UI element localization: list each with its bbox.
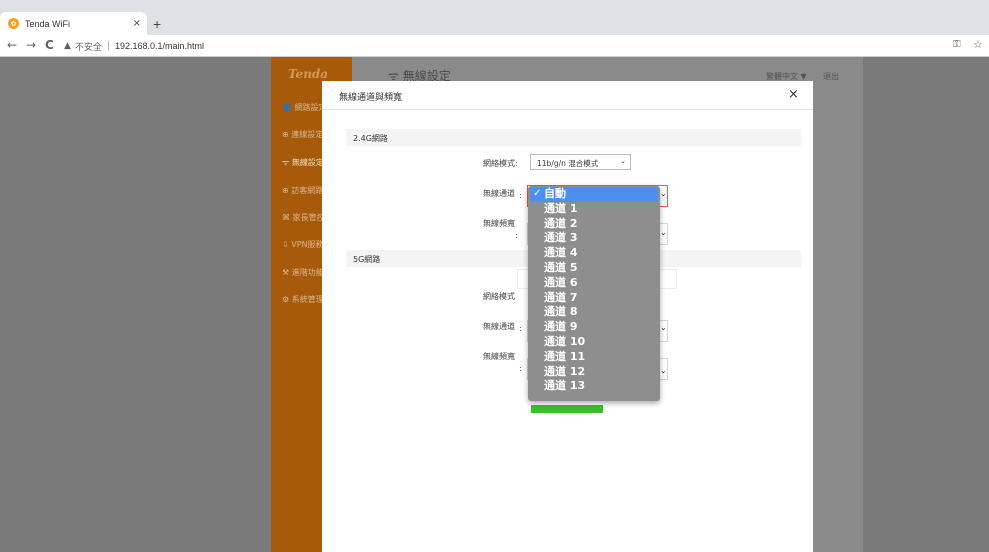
bandwidth-colon-5g: : — [519, 364, 522, 373]
browser-tabstrip: ✿ Tenda WiFi × + — [0, 0, 989, 35]
chevron-down-icon: ⌄ — [620, 157, 626, 165]
mode-label-5g: 網絡模式 — [483, 292, 515, 301]
chevron-down-icon: ⌄ — [660, 323, 667, 332]
channel-option[interactable]: 通道 3 — [528, 231, 660, 246]
network-mode-value: 11b/g/n 混合模式 — [537, 159, 599, 168]
channel-option[interactable]: 通道 9 — [528, 320, 660, 335]
reload-icon[interactable]: C — [45, 38, 54, 52]
channel-option[interactable]: 通道 11 — [528, 350, 660, 365]
channel-option[interactable]: 通道 7 — [528, 291, 660, 306]
channel-option[interactable]: 通道 6 — [528, 276, 660, 291]
mode-label: 網絡模式: — [483, 159, 518, 168]
tab-close-icon[interactable]: × — [133, 18, 141, 29]
channel-option[interactable]: 通道 4 — [528, 246, 660, 261]
channel-colon: : — [519, 191, 522, 200]
key-icon[interactable]: ⚿ — [953, 39, 961, 50]
bandwidth-label-5g: 無線頻寬 — [483, 352, 515, 361]
close-icon[interactable]: × — [788, 87, 799, 102]
channel-label-5g: 無線通道 — [483, 322, 515, 331]
checkmark-icon: ✓ — [533, 188, 542, 199]
modal-header: 無線通道與頻寬 × — [322, 81, 813, 110]
insecure-label[interactable]: 不安全 — [75, 40, 102, 53]
channel-option[interactable]: 通道 5 — [528, 261, 660, 276]
channel-dropdown-list[interactable]: ✓ 自動 通道 1 通道 2 通道 3 通道 4 通道 5 通道 6 通道 7 … — [528, 186, 660, 401]
browser-tab[interactable]: ✿ Tenda WiFi × — [0, 12, 147, 35]
section-24g: 2.4G網路 — [346, 129, 801, 146]
section-24g-label: 2.4G網路 — [353, 134, 388, 143]
tenda-favicon-icon: ✿ — [8, 18, 19, 29]
channel-option[interactable]: 通道 1 — [528, 202, 660, 217]
tenda-logo: Tenda — [288, 67, 329, 81]
star-icon[interactable]: ☆ — [973, 38, 983, 51]
channel-option[interactable]: 通道 12 — [528, 365, 660, 380]
browser-toolbar: ← → C ▲ 不安全 192.168.0.1/main.html ⚿ ☆ — [0, 35, 989, 57]
channel-option[interactable]: 通道 10 — [528, 335, 660, 350]
chevron-down-icon: ⌄ — [660, 366, 667, 375]
address-separator — [107, 41, 109, 51]
channel-option-auto[interactable]: ✓ 自動 — [530, 187, 658, 202]
channel-option[interactable]: 通道 2 — [528, 217, 660, 232]
url-text[interactable]: 192.168.0.1/main.html — [115, 41, 204, 51]
new-tab-button[interactable]: + — [153, 16, 161, 32]
warning-icon[interactable]: ▲ — [64, 41, 71, 51]
chevron-down-icon: ⌄ — [660, 228, 667, 237]
bandwidth-colon: : — [515, 231, 518, 240]
bandwidth-label: 無線頻寬 — [483, 219, 515, 228]
channel-option[interactable]: 通道 8 — [528, 305, 660, 320]
section-5g-label: 5G網路 — [353, 255, 381, 264]
back-icon[interactable]: ← — [7, 38, 17, 52]
save-button[interactable] — [531, 405, 603, 413]
channel-option[interactable]: 通道 13 — [528, 379, 660, 394]
channel-colon-5g: : — [519, 324, 522, 333]
network-mode-select[interactable]: 11b/g/n 混合模式 ⌄ — [530, 154, 631, 170]
modal-title: 無線通道與頻寬 — [339, 93, 403, 103]
channel-label: 無線通道 — [483, 189, 515, 198]
address-bar[interactable]: ▲ 不安全 192.168.0.1/main.html — [64, 37, 944, 55]
tab-title: Tenda WiFi — [25, 18, 71, 29]
forward-icon[interactable]: → — [26, 38, 36, 52]
logout-link[interactable]: 退出 — [823, 71, 839, 82]
chevron-down-icon: ⌄ — [660, 189, 667, 198]
